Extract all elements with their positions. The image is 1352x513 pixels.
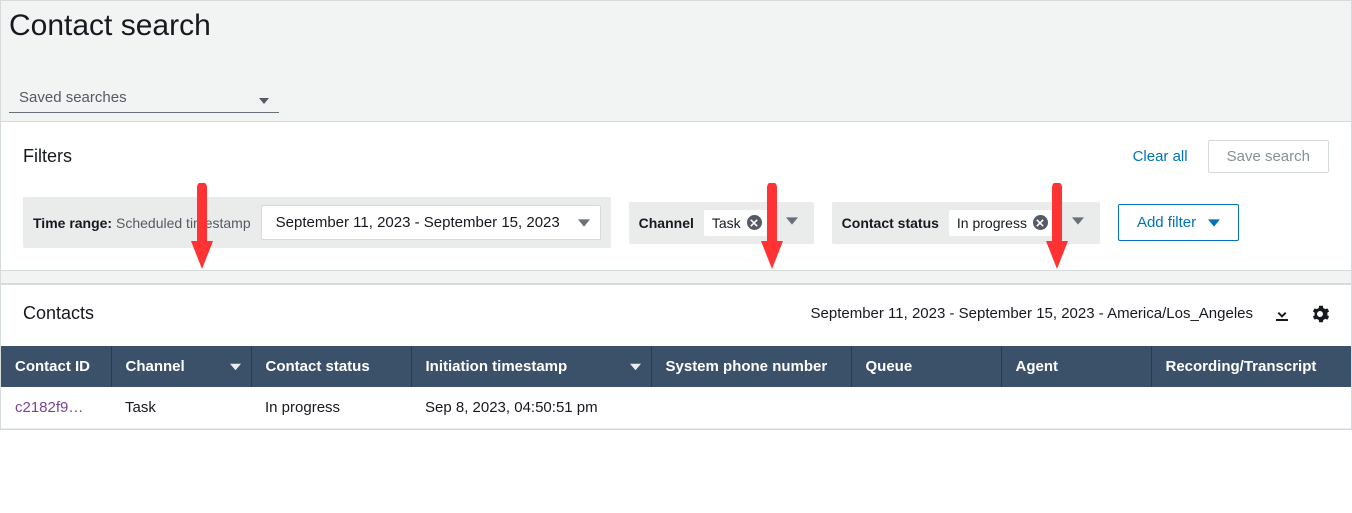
remove-status-filter-icon[interactable] — [1033, 215, 1048, 230]
filter-channel-label: Channel — [639, 215, 694, 231]
remove-channel-filter-icon[interactable] — [747, 215, 762, 230]
gear-icon[interactable] — [1311, 305, 1329, 323]
caret-down-icon — [578, 217, 590, 229]
channel-dropdown-toggle[interactable] — [780, 210, 804, 236]
page-title: Contact search — [9, 9, 1343, 83]
table-row[interactable]: c2182f9… Task In progress Sep 8, 2023, 0… — [1, 387, 1351, 429]
clear-all-button[interactable]: Clear all — [1133, 148, 1188, 165]
caret-down-icon — [786, 215, 798, 227]
contacts-table: Contact ID Channel Contact status Initia… — [1, 346, 1351, 429]
filter-time-range: Time range: Scheduled timestamp Septembe… — [23, 197, 611, 248]
download-icon[interactable] — [1273, 305, 1291, 323]
save-search-button[interactable]: Save search — [1208, 140, 1329, 173]
col-agent[interactable]: Agent — [1001, 346, 1151, 387]
saved-searches-label: Saved searches — [19, 89, 127, 106]
col-channel[interactable]: Channel — [111, 346, 251, 387]
contact-id-link[interactable]: c2182f9… — [15, 399, 83, 416]
filters-heading: Filters — [23, 146, 72, 167]
contacts-heading: Contacts — [23, 303, 94, 324]
caret-down-icon — [630, 361, 641, 372]
status-dropdown-toggle[interactable] — [1066, 210, 1090, 236]
filter-contact-status-label: Contact status — [842, 215, 939, 231]
filter-contact-status: Contact status In progress — [832, 202, 1100, 244]
filter-contact-status-value: In progress — [949, 210, 1056, 236]
caret-down-icon — [230, 361, 241, 372]
caret-down-icon — [1072, 215, 1084, 227]
col-queue[interactable]: Queue — [851, 346, 1001, 387]
col-recording[interactable]: Recording/Transcript — [1151, 346, 1351, 387]
col-contact-id[interactable]: Contact ID — [1, 346, 111, 387]
caret-down-icon — [259, 93, 269, 103]
caret-down-icon — [1208, 217, 1220, 229]
time-range-input[interactable]: September 11, 2023 - September 15, 2023 — [261, 205, 601, 240]
filter-channel-value: Task — [704, 210, 770, 236]
col-contact-status[interactable]: Contact status — [251, 346, 411, 387]
add-filter-button[interactable]: Add filter — [1118, 204, 1239, 241]
col-initiation-timestamp[interactable]: Initiation timestamp — [411, 346, 651, 387]
saved-searches-dropdown[interactable]: Saved searches — [9, 83, 279, 113]
panel-divider — [1, 270, 1351, 284]
contacts-date-range: September 11, 2023 - September 15, 2023 … — [811, 305, 1254, 322]
col-system-phone[interactable]: System phone number — [651, 346, 851, 387]
filter-channel: Channel Task — [629, 202, 814, 244]
filter-time-range-label: Time range: Scheduled timestamp — [33, 215, 251, 231]
